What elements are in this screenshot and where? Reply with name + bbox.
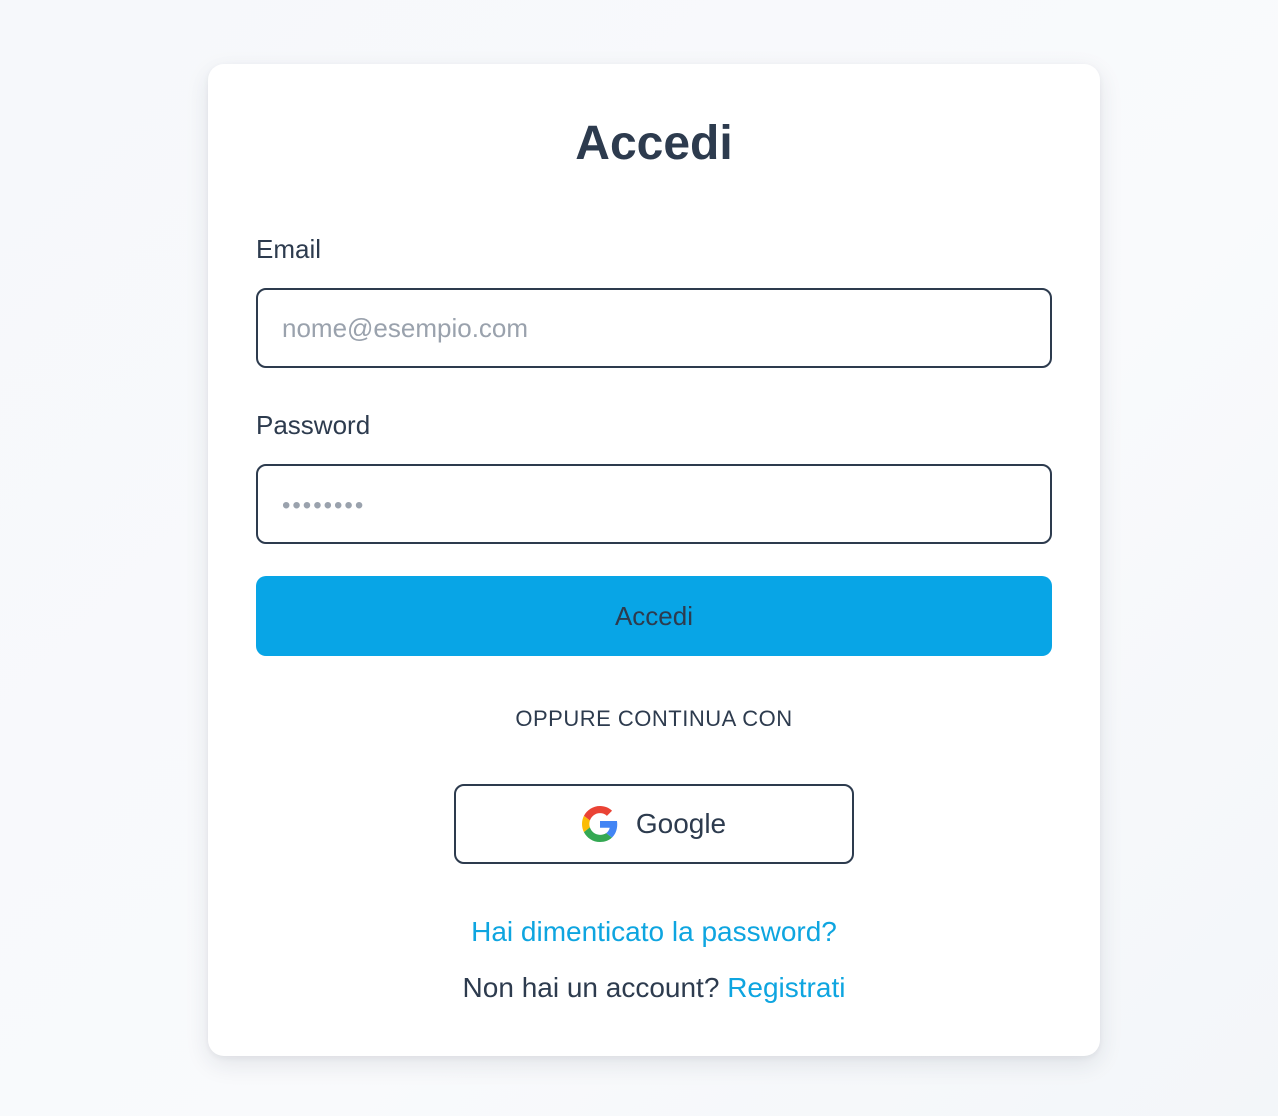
signup-prompt: Non hai un account? [462,972,720,1003]
email-field-container [256,288,1052,368]
password-field[interactable] [282,466,1026,542]
login-button[interactable]: Accedi [256,576,1052,656]
google-icon [581,806,618,842]
forgot-password-link[interactable]: Hai dimenticato la password? [471,916,837,947]
password-label: Password [256,410,371,440]
signup-row: Non hai un account? Registrati [208,970,1100,1006]
password-field-container [256,464,1052,544]
login-card: Accedi Email Password Accedi OPPURE CONT… [208,64,1100,1056]
divider-text: OPPURE CONTINUA CON [515,706,793,731]
email-field[interactable] [282,290,1026,366]
forgot-password-row: Hai dimenticato la password? [208,914,1100,955]
google-login-button[interactable]: Google [454,784,854,864]
email-label: Email [256,234,322,264]
page-title: Accedi [575,117,733,170]
google-button-label: Google [635,808,727,839]
signup-link[interactable]: Registrati [727,972,845,1003]
